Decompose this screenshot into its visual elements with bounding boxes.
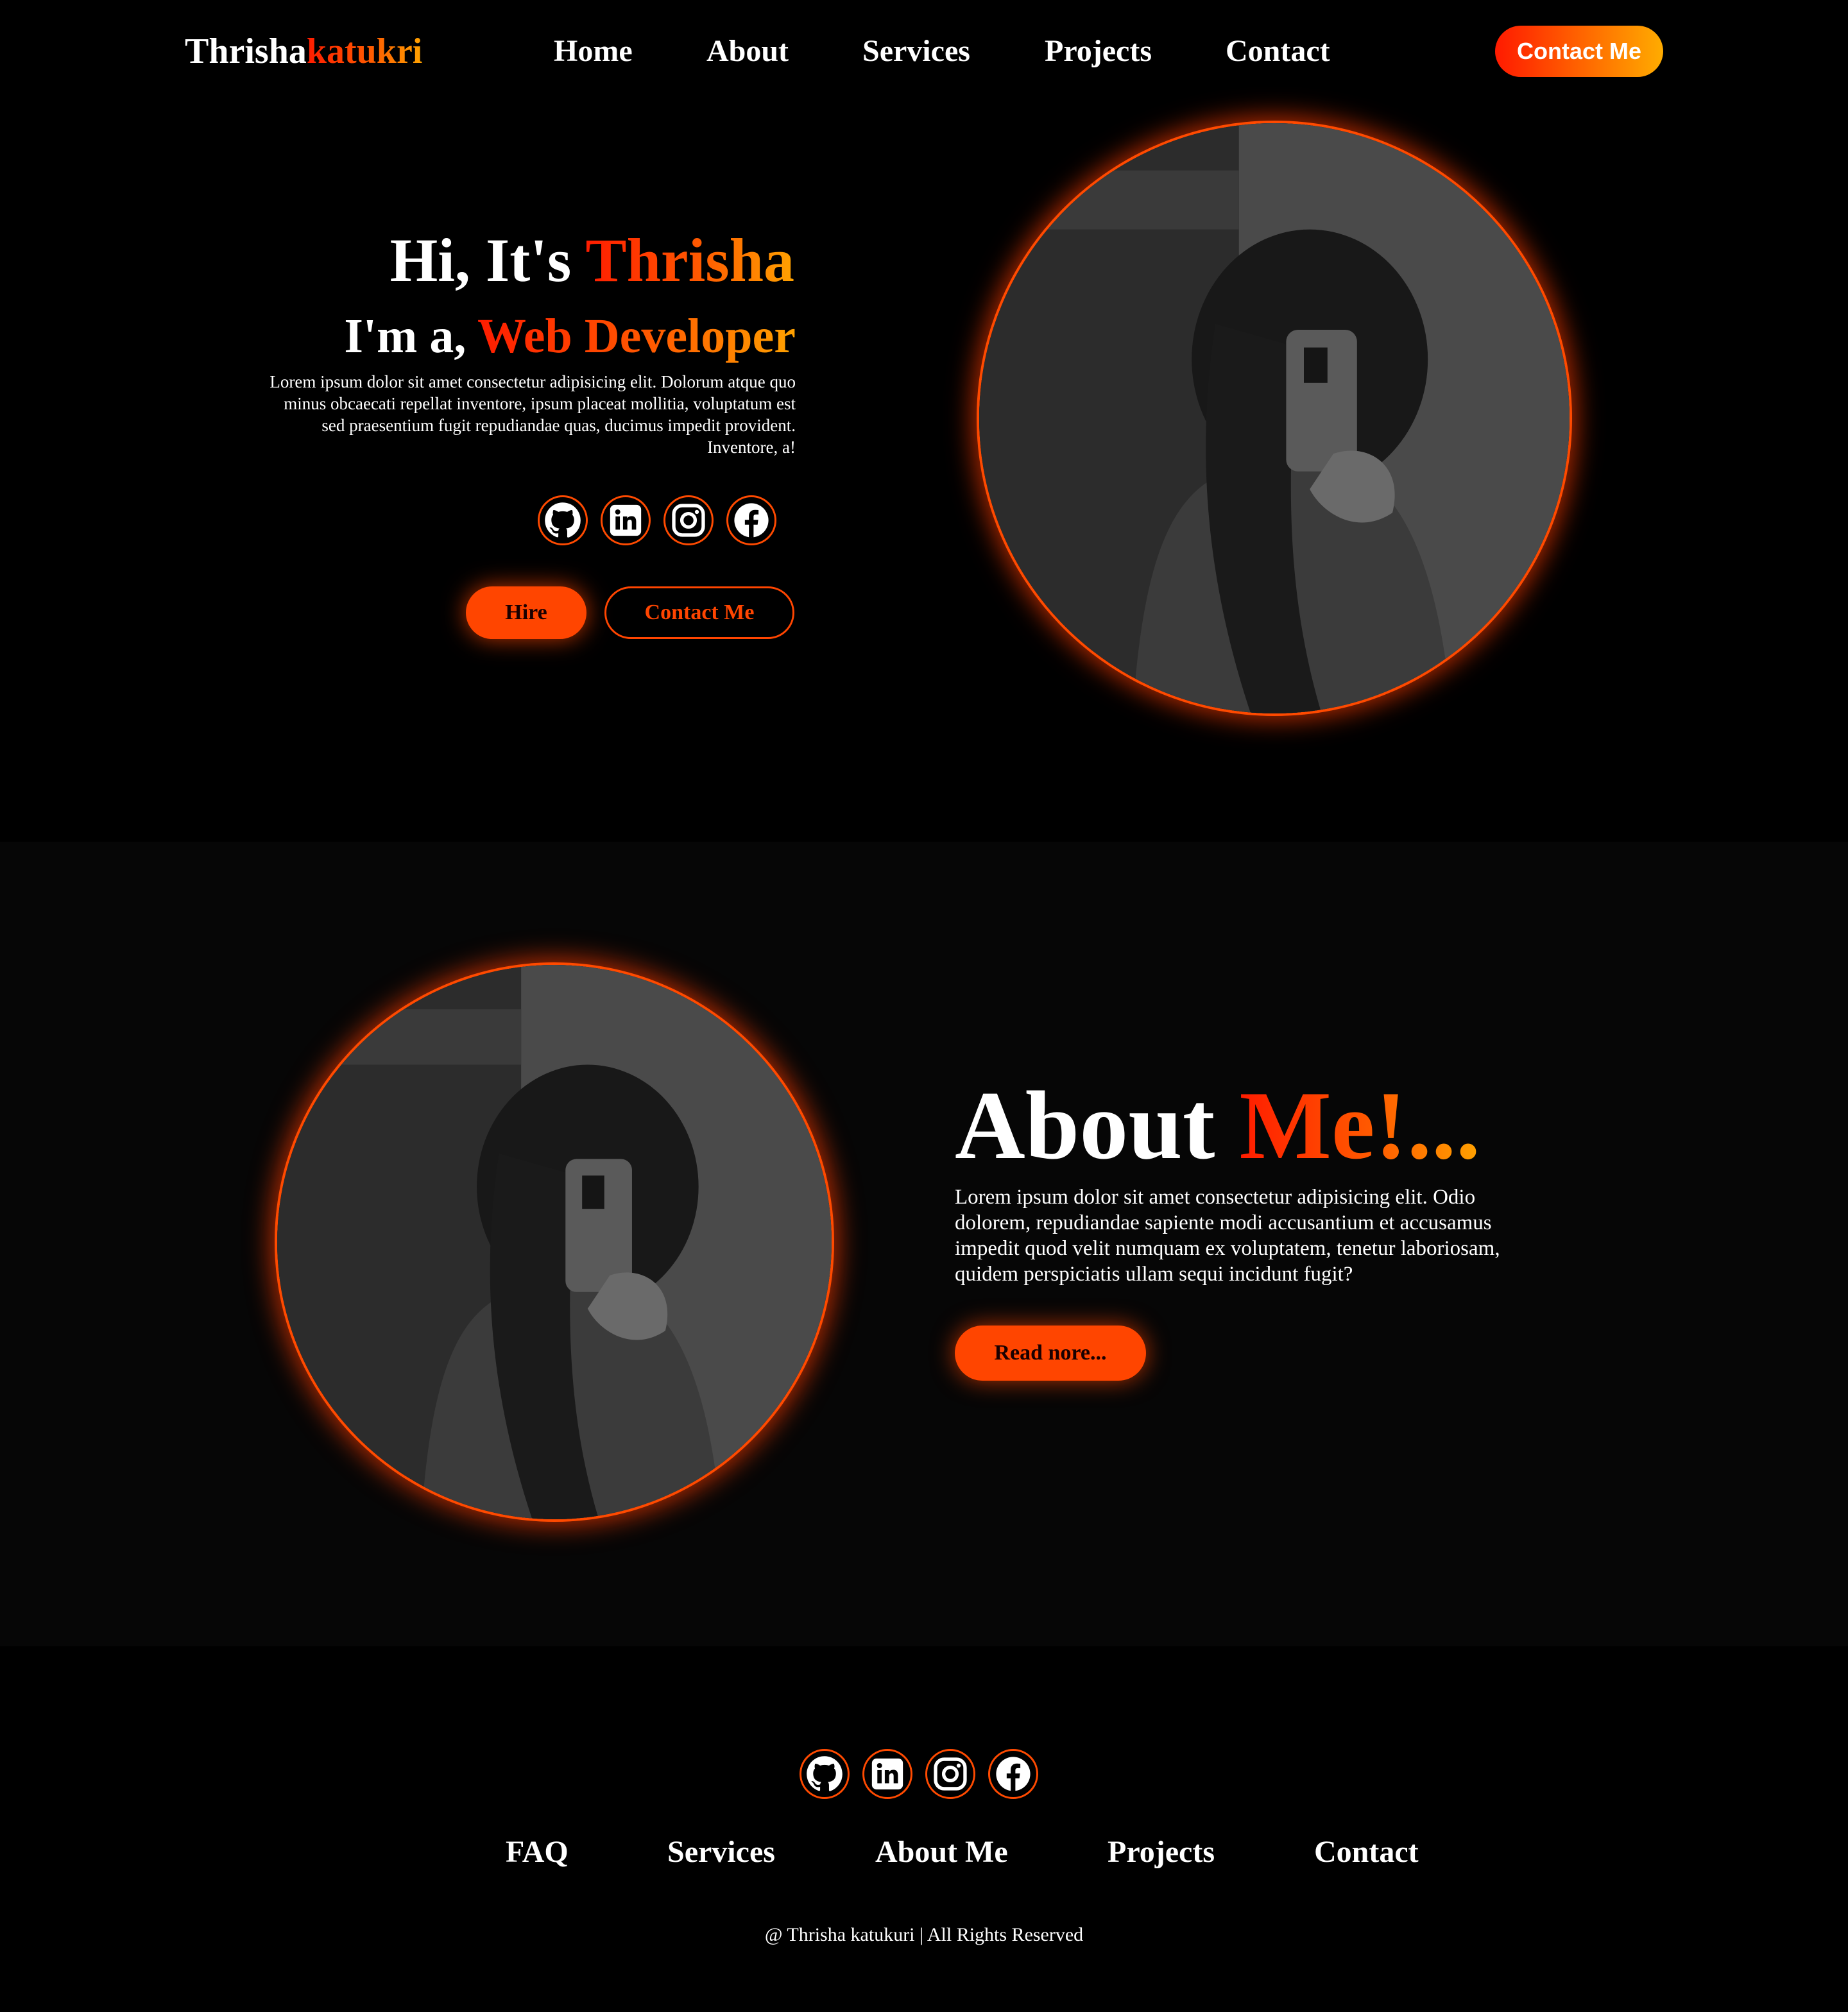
nav-home[interactable]: Home xyxy=(554,28,633,74)
role-prefix: I'm a, xyxy=(344,309,477,363)
footer-nav-contact[interactable]: Contact xyxy=(1314,1830,1419,1875)
facebook-icon xyxy=(995,1755,1032,1793)
nav-projects[interactable]: Projects xyxy=(1045,28,1152,74)
instagram-link[interactable] xyxy=(925,1749,975,1799)
github-icon xyxy=(544,502,581,539)
linkedin-icon xyxy=(607,502,644,539)
github-link[interactable] xyxy=(800,1749,850,1799)
logo-second: katukri xyxy=(306,31,423,71)
contact-me-button[interactable]: Contact Me xyxy=(1495,26,1663,77)
read-more-button[interactable]: Read nore... xyxy=(955,1326,1146,1381)
hero-contact-button[interactable]: Contact Me xyxy=(604,586,794,639)
instagram-link[interactable] xyxy=(663,495,714,545)
github-link[interactable] xyxy=(538,495,588,545)
about-section: About Me!... Lorem ipsum dolor sit amet … xyxy=(0,842,1848,1646)
footer-nav-projects[interactable]: Projects xyxy=(1108,1830,1215,1875)
nav-contact[interactable]: Contact xyxy=(1226,28,1330,74)
hero-greeting: Hi, It's Thrisha xyxy=(390,222,794,299)
linkedin-link[interactable] xyxy=(862,1749,912,1799)
top-navbar: Thrishakatukri Home About Services Proje… xyxy=(0,0,1848,103)
nav-about[interactable]: About xyxy=(706,28,789,74)
hero-section: Hi, It's Thrisha I'm a, Web Developer Lo… xyxy=(0,103,1848,842)
logo[interactable]: Thrishakatukri xyxy=(185,24,422,78)
greeting-text: Hi, It's xyxy=(389,226,586,294)
nav-services[interactable]: Services xyxy=(862,28,970,74)
instagram-icon xyxy=(670,502,707,539)
footer: FAQ Services About Me Projects Contact @… xyxy=(0,1646,1848,2012)
facebook-link[interactable] xyxy=(988,1749,1038,1799)
hero-description: Lorem ipsum dolor sit amet consectetur a… xyxy=(270,372,796,457)
portrait-photo xyxy=(277,965,832,1519)
footer-social-links xyxy=(800,1749,1038,1799)
hero-social-links xyxy=(538,495,776,545)
footer-nav-faq[interactable]: FAQ xyxy=(506,1830,569,1875)
hero-role: I'm a, Web Developer xyxy=(344,304,796,368)
about-title: About Me!... xyxy=(955,1069,1480,1182)
about-description: Lorem ipsum dolor sit amet consectetur a… xyxy=(955,1186,1500,1286)
about-portrait-image xyxy=(277,965,832,1519)
hero-portrait-image xyxy=(979,123,1570,713)
footer-nav-about-me[interactable]: About Me xyxy=(875,1830,1008,1875)
instagram-icon xyxy=(932,1755,969,1793)
github-icon xyxy=(806,1755,843,1793)
linkedin-link[interactable] xyxy=(601,495,651,545)
facebook-icon xyxy=(733,502,770,539)
linkedin-icon xyxy=(869,1755,906,1793)
footer-nav-services[interactable]: Services xyxy=(667,1830,775,1875)
portrait-photo xyxy=(979,123,1570,713)
logo-first: Thrisha xyxy=(185,31,307,71)
hero-name: Thrisha xyxy=(585,226,794,294)
hire-button[interactable]: Hire xyxy=(466,586,586,639)
about-title-white: About xyxy=(955,1071,1240,1179)
role-text: Web Developer xyxy=(477,309,796,363)
about-title-accent: Me!... xyxy=(1239,1071,1481,1179)
copyright-text: @ Thrisha katukuri | All Rights Reserved xyxy=(764,1924,1084,1945)
facebook-link[interactable] xyxy=(726,495,776,545)
